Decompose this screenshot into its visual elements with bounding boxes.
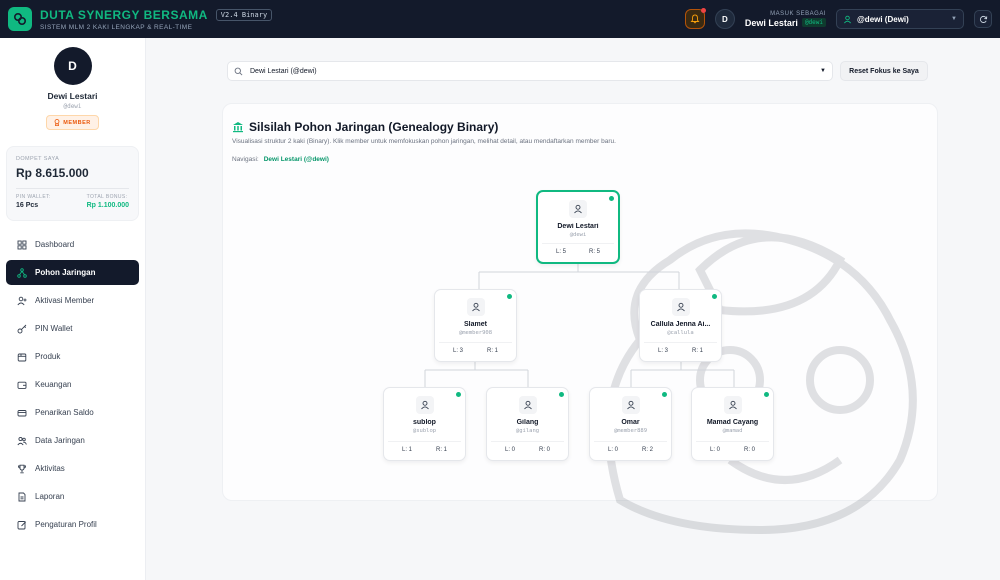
node-username: @callula xyxy=(667,330,694,336)
node-right-count: R: 0 xyxy=(538,447,550,453)
node-left-count: L: 3 xyxy=(658,348,669,354)
active-status-dot xyxy=(712,294,717,299)
node-username: @member908 xyxy=(458,330,493,336)
node-username: @dewi xyxy=(569,232,587,238)
node-name: Gilang xyxy=(516,419,539,426)
active-status-dot xyxy=(609,196,614,201)
node-left-count: L: 0 xyxy=(505,447,516,453)
tree-node-right-left[interactable]: Omar @member889 L: 0 R: 2 xyxy=(589,387,672,461)
node-name: Callula Jenna Ai... xyxy=(650,321,711,328)
tree-node-right-right[interactable]: Mamad Cayang @mamad L: 0 R: 0 xyxy=(691,387,774,461)
node-name: Dewi Lestari xyxy=(557,223,599,230)
node-username: @sublop xyxy=(412,428,437,434)
tree-node-right[interactable]: Callula Jenna Ai... @callula L: 3 R: 1 xyxy=(639,289,722,362)
active-status-dot xyxy=(456,392,461,397)
active-status-dot xyxy=(507,294,512,299)
user-icon xyxy=(569,200,587,218)
node-username: @gilang xyxy=(515,428,540,434)
user-icon xyxy=(621,396,640,414)
active-status-dot xyxy=(662,392,667,397)
node-name: Mamad Cayang xyxy=(706,419,759,426)
user-icon xyxy=(671,298,690,316)
node-left-count: L: 1 xyxy=(402,447,413,453)
node-name: Omar xyxy=(621,419,640,426)
node-right-count: R: 2 xyxy=(641,447,653,453)
node-username: @member889 xyxy=(613,428,648,434)
node-name: Slamet xyxy=(464,321,487,328)
node-right-count: R: 5 xyxy=(588,249,600,255)
tree-node-left-right[interactable]: Gilang @gilang L: 0 R: 0 xyxy=(486,387,569,461)
node-left-count: L: 0 xyxy=(608,447,619,453)
node-right-count: R: 1 xyxy=(691,348,703,354)
tree-node-root[interactable]: Dewi Lestari @dewi L: 5 R: 5 xyxy=(536,190,620,264)
node-right-count: R: 1 xyxy=(435,447,447,453)
active-status-dot xyxy=(559,392,564,397)
node-username: @mamad xyxy=(722,428,743,434)
tree-node-left-left[interactable]: sublop @sublop L: 1 R: 1 xyxy=(383,387,466,461)
user-icon xyxy=(415,396,434,414)
node-right-count: R: 1 xyxy=(486,348,498,354)
active-status-dot xyxy=(764,392,769,397)
user-icon xyxy=(723,396,742,414)
node-left-count: L: 0 xyxy=(710,447,721,453)
node-left-count: L: 3 xyxy=(453,348,464,354)
tree-node-left[interactable]: Slamet @member908 L: 3 R: 1 xyxy=(434,289,517,362)
node-name: sublop xyxy=(413,419,436,426)
user-icon xyxy=(466,298,485,316)
node-left-count: L: 5 xyxy=(556,249,567,255)
node-right-count: R: 0 xyxy=(743,447,755,453)
user-icon xyxy=(518,396,537,414)
